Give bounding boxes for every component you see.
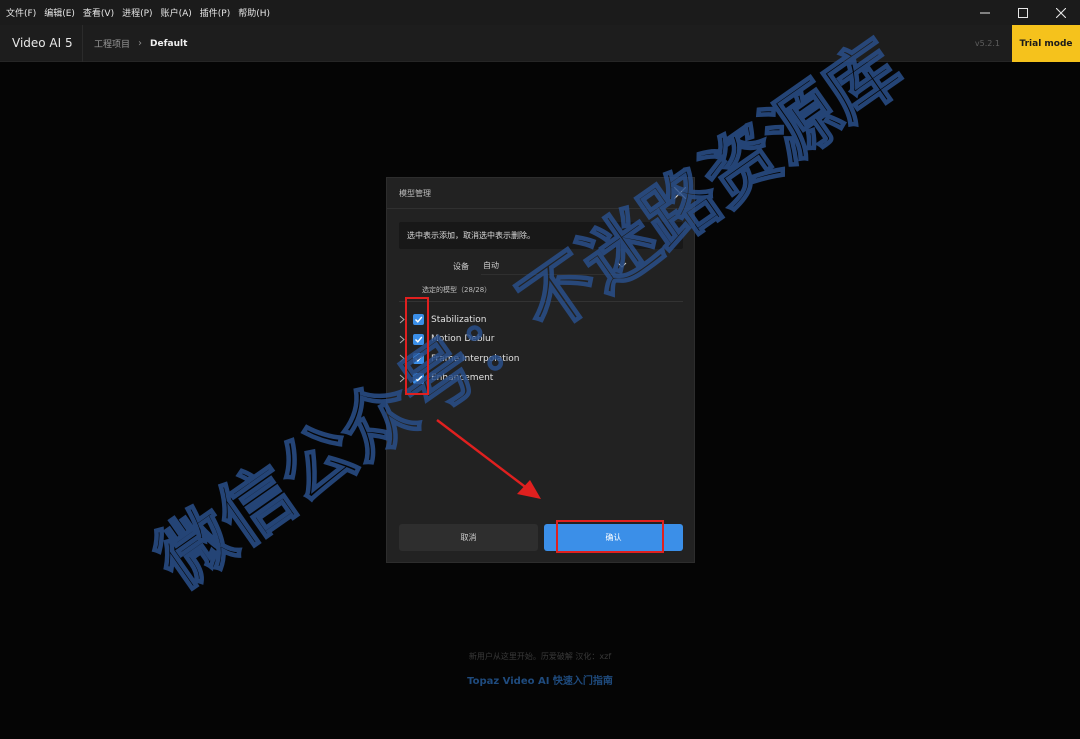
- checkmark-icon: [415, 355, 423, 363]
- menu-view[interactable]: 查看(V): [83, 6, 114, 19]
- dialog-title: 模型管理: [399, 189, 431, 198]
- app-name: Video AI 5: [12, 36, 73, 50]
- minimize-button[interactable]: [966, 0, 1004, 25]
- chevron-right-icon: [399, 354, 405, 363]
- menu-edit[interactable]: 编辑(E): [44, 6, 75, 19]
- menu-process[interactable]: 进程(P): [122, 6, 152, 19]
- menu-list: 文件(F) 编辑(E) 查看(V) 进程(P) 账户(A) 插件(P) 帮助(H…: [0, 6, 278, 19]
- expand-button[interactable]: [399, 374, 413, 383]
- menubar: 文件(F) 编辑(E) 查看(V) 进程(P) 账户(A) 插件(P) 帮助(H…: [0, 0, 1080, 25]
- model-checkbox[interactable]: [413, 314, 424, 326]
- model-label: Motion Deblur: [431, 334, 495, 345]
- device-select[interactable]: 自动: [481, 257, 629, 275]
- confirm-button[interactable]: 确认: [544, 524, 683, 551]
- model-checkbox[interactable]: [413, 333, 424, 345]
- selected-model-count: 选定的模型（28/28）: [422, 286, 492, 294]
- model-row-stabilization: Stabilization: [399, 310, 683, 330]
- model-checkbox[interactable]: [413, 353, 424, 365]
- model-label: Frame Interpolation: [431, 353, 520, 364]
- dialog-header: 模型管理: [387, 178, 694, 209]
- chevron-right-icon: [399, 335, 405, 344]
- dialog-close-button[interactable]: [672, 185, 688, 201]
- close-icon: [674, 187, 686, 199]
- trial-mode-button[interactable]: Trial mode: [1012, 25, 1080, 62]
- chevron-right-icon: [399, 374, 405, 383]
- model-row-motion-deblur: Motion Deblur: [399, 330, 683, 350]
- device-value: 自动: [483, 261, 499, 270]
- checkmark-icon: [415, 375, 423, 382]
- model-row-enhancement: Enhancement: [399, 369, 683, 389]
- breadcrumb-current: Default: [150, 38, 188, 49]
- expand-button[interactable]: [399, 335, 413, 344]
- menu-file[interactable]: 文件(F): [6, 6, 36, 19]
- breadcrumb: 工程项目 › Default: [94, 25, 187, 62]
- menu-help[interactable]: 帮助(H): [238, 6, 270, 19]
- app-header: Video AI 5 工程项目 › Default v5.2.1 Trial m…: [0, 25, 1080, 62]
- chevron-right-icon: [399, 315, 405, 324]
- menu-account[interactable]: 账户(A): [161, 6, 192, 19]
- version-label: v5.2.1: [974, 39, 1000, 48]
- model-label: Stabilization: [431, 314, 487, 325]
- close-window-button[interactable]: [1042, 0, 1080, 25]
- model-label: Enhancement: [431, 373, 494, 384]
- maximize-button[interactable]: [1004, 0, 1042, 25]
- checkmark-icon: [415, 316, 423, 324]
- expand-button[interactable]: [399, 315, 413, 324]
- close-icon: [1056, 7, 1066, 18]
- breadcrumb-root[interactable]: 工程项目: [94, 37, 130, 50]
- dialog-info: 选中表示添加，取消选中表示删除。: [399, 222, 683, 249]
- expand-button[interactable]: [399, 354, 413, 363]
- quick-start-guide-link[interactable]: Topaz Video AI 快速入门指南: [0, 672, 1080, 687]
- checkmark-icon: [415, 336, 423, 343]
- minimize-icon: [980, 12, 990, 13]
- footer-hint: 新用户从这里开始。历爱破解 汉化：xzf: [468, 652, 612, 661]
- model-row-frame-interpolation: Frame Interpolation: [399, 349, 683, 369]
- model-checkbox[interactable]: [413, 372, 424, 384]
- model-list: Stabilization Motion Deblur Frame Interp…: [399, 310, 683, 388]
- menu-plugins[interactable]: 插件(P): [200, 6, 230, 19]
- chevron-right-icon: ›: [138, 38, 143, 49]
- device-label: 设备: [453, 262, 469, 271]
- maximize-icon: [1018, 7, 1028, 18]
- cancel-button[interactable]: 取消: [399, 524, 538, 551]
- chevron-down-icon: [617, 262, 627, 268]
- header-divider: [82, 25, 83, 62]
- window-controls: [966, 0, 1080, 25]
- divider: [399, 301, 683, 302]
- model-manager-dialog: 模型管理 选中表示添加，取消选中表示删除。 设备 自动 选定的模型（28/28）…: [386, 177, 695, 563]
